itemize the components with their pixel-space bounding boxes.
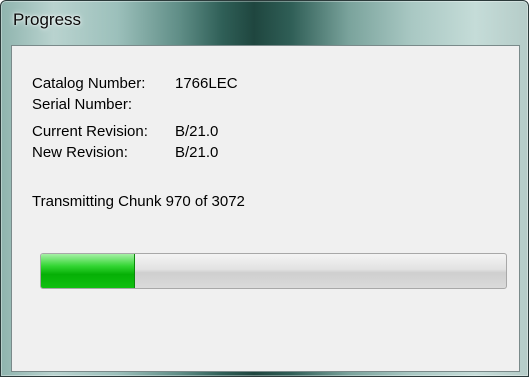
dialog-content: Catalog Number: 1766LEC Serial Number: C… (11, 45, 520, 372)
catalog-number-value: 1766LEC (175, 75, 238, 92)
current-revision-value: B/21.0 (175, 123, 219, 140)
serial-number-label: Serial Number: (32, 96, 133, 113)
current-revision-label: Current Revision: (32, 123, 148, 140)
progress-bar-fill (41, 254, 135, 288)
progress-dialog: Progress Catalog Number: 1766LEC Serial … (0, 0, 529, 377)
catalog-number-label: Catalog Number: (32, 75, 146, 92)
transmit-status-text: Transmitting Chunk 970 of 3072 (32, 193, 245, 210)
title-bar[interactable]: Progress (1, 1, 528, 41)
new-revision-label: New Revision: (32, 144, 128, 161)
dialog-title: Progress (13, 10, 82, 29)
progress-bar (40, 253, 507, 289)
new-revision-value: B/21.0 (175, 144, 219, 161)
